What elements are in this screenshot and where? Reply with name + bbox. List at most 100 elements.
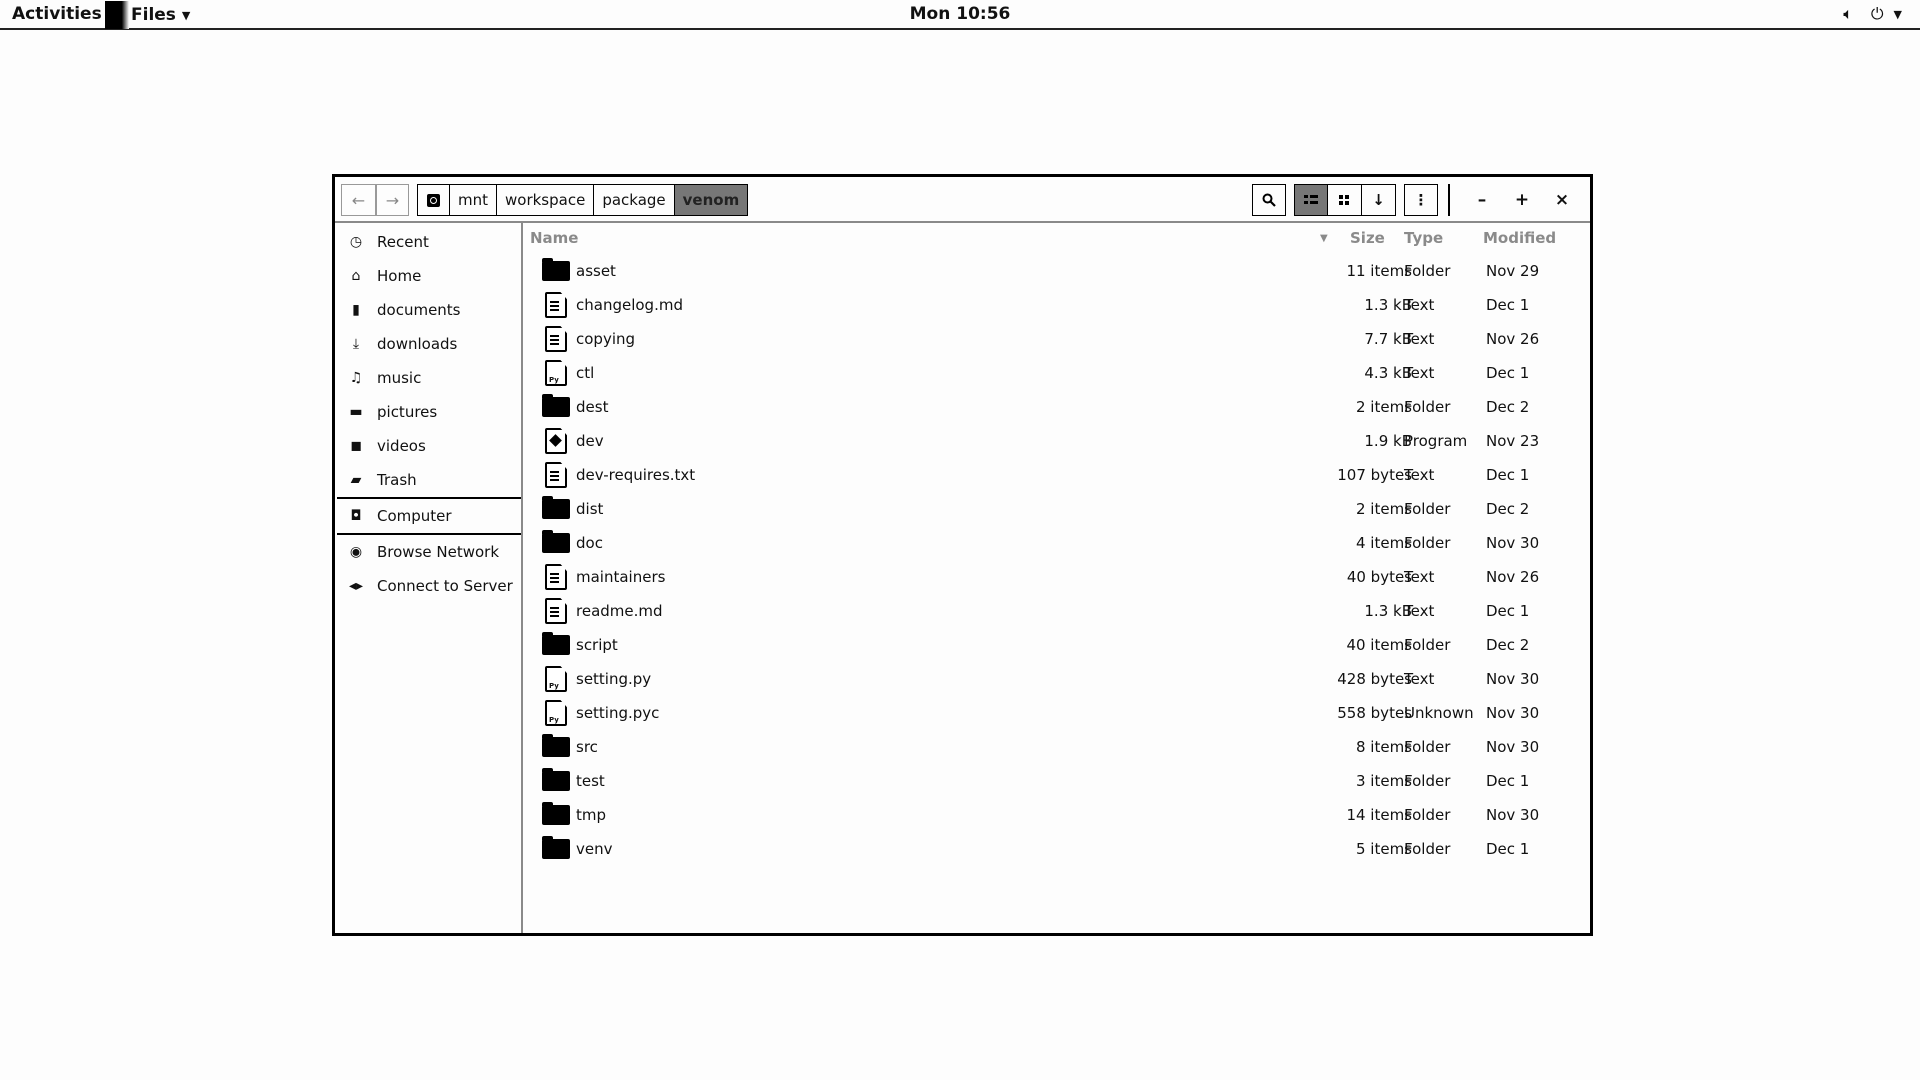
- sidebar-item-label: Home: [377, 267, 422, 285]
- power-icon: ⏻: [1870, 4, 1884, 23]
- back-button[interactable]: ←: [342, 185, 375, 215]
- file-row[interactable]: venv 5 items Folder Dec 1: [525, 832, 1590, 866]
- file-row[interactable]: ctl4.3 kBTextDec 1: [525, 356, 1590, 390]
- breadcrumb-mnt[interactable]: mnt: [449, 185, 496, 215]
- app-menu-label: Files: [131, 5, 176, 25]
- file-size: 14 items: [1346, 806, 1412, 824]
- file-row[interactable]: maintainers 40 bytes Text Nov 26: [525, 560, 1590, 594]
- file-type: Text: [1404, 466, 1435, 484]
- clock-icon: ◷: [349, 234, 363, 250]
- folder-icon: [542, 802, 570, 825]
- close-button[interactable]: ×: [1542, 184, 1582, 216]
- toolbar-separator: [1448, 184, 1450, 216]
- file-name: test: [576, 772, 605, 790]
- file-row[interactable]: test 3 items Folder Dec 1: [525, 764, 1590, 798]
- file-icon-cell: [541, 560, 571, 594]
- folder-icon: [542, 496, 570, 519]
- file-name: changelog.md: [576, 296, 683, 314]
- sidebar-separator: [337, 533, 521, 535]
- file-row[interactable]: changelog.md 1.3 kB Text Dec 1: [525, 288, 1590, 322]
- sort-button[interactable]: ↓: [1362, 184, 1396, 216]
- file-row[interactable]: readme.md 1.3 kB Text Dec 1: [525, 594, 1590, 628]
- file-icon-cell: [541, 628, 571, 662]
- search-button[interactable]: [1252, 184, 1286, 216]
- file-icon-cell: [541, 254, 571, 288]
- file-icon-cell: [541, 424, 571, 458]
- file-size: 40 bytes: [1346, 568, 1412, 586]
- file-type: Folder: [1404, 772, 1451, 790]
- sidebar-item-browse-network[interactable]: ◉ Browse Network: [335, 535, 521, 569]
- breadcrumb-venom[interactable]: venom: [673, 185, 748, 215]
- python-file-icon: [545, 360, 567, 386]
- file-row[interactable]: script 40 items Folder Dec 2: [525, 628, 1590, 662]
- file-row[interactable]: tmp 14 items Folder Nov 30: [525, 798, 1590, 832]
- sidebar-item-documents[interactable]: ▮ documents: [335, 293, 521, 327]
- forward-button[interactable]: →: [375, 185, 408, 215]
- sidebar-item-label: Trash: [377, 471, 417, 489]
- app-menu[interactable]: Files ▼: [105, 0, 190, 30]
- folder-icon: [542, 768, 570, 791]
- file-type: Folder: [1404, 398, 1451, 416]
- file-icon-cell: [541, 764, 571, 798]
- sidebar-item-trash[interactable]: ▰ Trash: [335, 463, 521, 497]
- folder-icon: [542, 258, 570, 281]
- file-row[interactable]: setting.py 428 bytesText Nov 30: [525, 662, 1590, 696]
- file-row[interactable]: asset 11 items Folder Nov 29: [525, 254, 1590, 288]
- text-file-icon: [545, 326, 567, 352]
- minimize-button[interactable]: –: [1462, 184, 1502, 216]
- file-type: Text: [1404, 670, 1435, 688]
- navigation-buttons: ← →: [341, 184, 409, 216]
- file-row[interactable]: dev-requires.txt 107 bytes Text Dec 1: [525, 458, 1590, 492]
- sidebar-item-videos[interactable]: ◼ videos: [335, 429, 521, 463]
- breadcrumb-workspace[interactable]: workspace: [496, 185, 593, 215]
- file-type: Text: [1404, 296, 1435, 314]
- file-row[interactable]: dev 1.9 kB Program Nov 23: [525, 424, 1590, 458]
- system-menu[interactable]: 🔈︎ ⏻ ▼: [1843, 4, 1902, 24]
- file-name: asset: [576, 262, 616, 280]
- file-name: setting.py: [576, 670, 652, 688]
- file-row[interactable]: dest 2 items Folder Dec 2: [525, 390, 1590, 424]
- breadcrumb-package[interactable]: package: [593, 185, 673, 215]
- file-row[interactable]: copying 7.7 kB Text Nov 26: [525, 322, 1590, 356]
- sidebar-item-computer[interactable]: ◘ Computer: [335, 499, 521, 533]
- file-name: script: [576, 636, 618, 654]
- sidebar-item-connect-to-server[interactable]: ◂▸ Connect to Server: [335, 569, 521, 603]
- folder-icon: [542, 394, 570, 417]
- sidebar-item-music[interactable]: ♫ music: [335, 361, 521, 395]
- sidebar-item-home[interactable]: ⌂ Home: [335, 259, 521, 293]
- sidebar-item-recent[interactable]: ◷ Recent: [335, 225, 521, 259]
- maximize-button[interactable]: +: [1502, 184, 1542, 216]
- file-size: 11 items: [1346, 262, 1412, 280]
- folder-icon: [542, 530, 570, 553]
- menu-button[interactable]: ⋮: [1404, 184, 1438, 216]
- file-row[interactable]: dist 2 items Folder Dec 2: [525, 492, 1590, 526]
- file-type: Folder: [1404, 806, 1451, 824]
- column-header-size[interactable]: Size: [1350, 223, 1385, 253]
- top-bar: Activities Files ▼ Mon 10:56 🔈︎ ⏻ ▼: [0, 0, 1920, 30]
- column-header-name[interactable]: Name: [530, 223, 578, 253]
- file-type: Text: [1404, 568, 1435, 586]
- file-icon-cell: [541, 322, 571, 356]
- folder-icon: [542, 836, 570, 859]
- file-row[interactable]: setting.pyc 558 bytesUnknown Nov 30: [525, 696, 1590, 730]
- breadcrumb-root[interactable]: [418, 185, 449, 215]
- sidebar-item-pictures[interactable]: ▬ pictures: [335, 395, 521, 429]
- file-row[interactable]: doc 4 items Folder Nov 30: [525, 526, 1590, 560]
- activities-button[interactable]: Activities: [12, 4, 102, 24]
- list-view-icon: [1304, 195, 1318, 204]
- file-name: copying: [576, 330, 636, 348]
- column-header-type[interactable]: Type: [1404, 223, 1443, 253]
- computer-icon: [427, 193, 440, 207]
- file-type: Folder: [1404, 534, 1451, 552]
- file-row[interactable]: src 8 items Folder Nov 30: [525, 730, 1590, 764]
- sidebar-item-label: Recent: [377, 233, 429, 251]
- file-icon-cell: [541, 662, 571, 696]
- clock[interactable]: Mon 10:56: [910, 4, 1011, 24]
- sidebar-item-downloads[interactable]: ⤓ downloads: [335, 327, 521, 361]
- column-header-modified[interactable]: Modified: [1483, 223, 1556, 253]
- list-view-button[interactable]: [1294, 184, 1328, 216]
- file-type: Program: [1404, 432, 1468, 450]
- grid-view-button[interactable]: [1328, 184, 1362, 216]
- file-name: dest: [576, 398, 609, 416]
- file-modified: Dec 1: [1486, 772, 1530, 790]
